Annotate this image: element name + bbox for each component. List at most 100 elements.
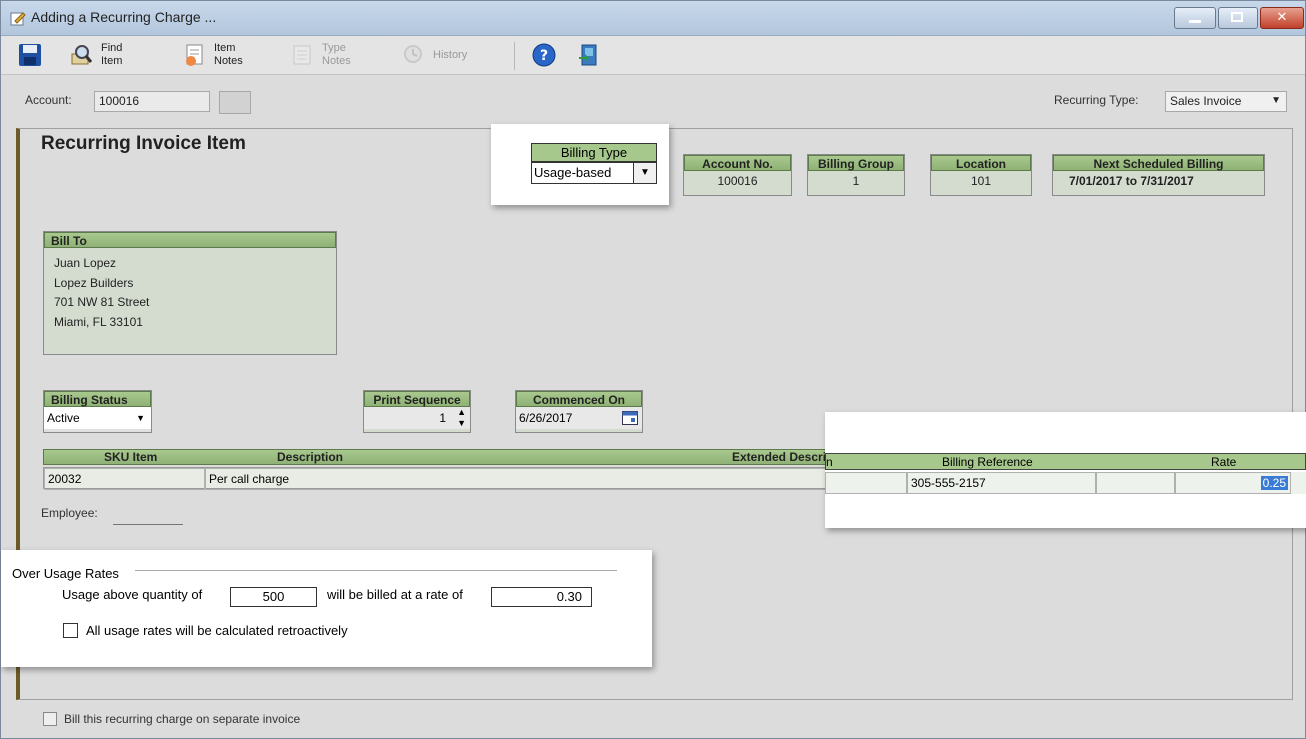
description-column-header: Description (277, 450, 344, 464)
save-button[interactable] (17, 39, 43, 71)
item-notes-label: Item Notes (214, 42, 243, 67)
sku-cell[interactable]: 20032 (44, 468, 205, 490)
bill-to-line: 701 NW 81 Street (54, 295, 150, 309)
table-row[interactable]: 20032 Per call charge (43, 467, 833, 490)
chevron-down-icon: ▼ (136, 413, 145, 423)
over-usage-title: Over Usage Rates (12, 566, 119, 581)
next-billing-value: 7/01/2017 to 7/31/2017 (1069, 174, 1194, 188)
commenced-on-value: 6/26/2017 (519, 411, 573, 425)
close-icon: ✕ (1276, 9, 1288, 24)
over-usage-rate-input[interactable]: 0.30 (491, 587, 592, 607)
find-item-button[interactable]: Find Item (69, 39, 122, 71)
rate-value[interactable]: 0.25 (1260, 476, 1288, 490)
billing-reference-callout: n Billing Reference Rate 305-555-2157 0.… (825, 412, 1306, 528)
recurring-type-label: Recurring Type: (1054, 93, 1139, 107)
account-no-label: Account No. (684, 155, 791, 171)
exit-button[interactable] (576, 39, 602, 71)
maximize-icon (1231, 12, 1243, 22)
maximize-button[interactable] (1218, 7, 1258, 29)
billing-type-value: Usage-based (534, 165, 612, 180)
quantity-input[interactable]: 500 (230, 587, 317, 607)
separate-invoice-label: Bill this recurring charge on separate i… (64, 712, 301, 726)
billing-status-value: Active (47, 411, 80, 425)
chevron-down-icon[interactable]: ▼ (633, 163, 656, 183)
bill-to-line: Miami, FL 33101 (54, 314, 143, 329)
rate-column-header: Rate (1211, 455, 1237, 469)
description-cell[interactable]: Per call charge (205, 468, 832, 490)
billing-type-callout: Billing Type Usage-based ▼ (491, 124, 669, 205)
empty-cell[interactable] (1096, 472, 1175, 494)
bill-to-box: Bill To Juan Lopez Lopez Builders 701 NW… (43, 231, 337, 355)
billing-group-label: Billing Group (808, 155, 904, 171)
account-lookup-button[interactable] (219, 91, 251, 114)
print-sequence-value: 1 (439, 411, 446, 425)
billing-type-select[interactable]: Usage-based ▼ (531, 162, 657, 184)
type-notes-button[interactable]: Type Notes (290, 39, 351, 71)
location-box: Location 101 (930, 154, 1032, 196)
recurring-type-select[interactable]: Sales Invoice ▼ (1165, 91, 1287, 112)
history-icon (404, 45, 422, 63)
account-no-value: 100016 (717, 174, 758, 188)
spinner-arrows-icon[interactable]: ▲ ▼ (457, 407, 466, 429)
toolbar-separator (514, 42, 515, 70)
minimize-button[interactable] (1174, 7, 1216, 29)
chevron-down-icon: ▼ (1271, 95, 1281, 106)
find-item-label: Find Item (101, 42, 123, 67)
toolbar: Find Item Item Notes Type Notes History … (1, 36, 1305, 75)
billing-status-box: Billing Status Active ▼ (43, 390, 152, 433)
calendar-icon[interactable] (622, 410, 638, 425)
help-button[interactable]: ? (531, 39, 557, 71)
history-button[interactable]: History (401, 39, 467, 71)
billing-group-value: 1 (852, 174, 860, 188)
separate-invoice-checkbox[interactable] (43, 712, 57, 726)
item-notes-button[interactable]: Item Notes (182, 39, 243, 71)
billing-type-label: Billing Type (531, 143, 657, 162)
over-usage-rates-callout: Over Usage Rates Usage above quantity of… (1, 550, 652, 667)
close-button[interactable]: ✕ (1260, 7, 1304, 29)
bill-to-line: Lopez Builders (54, 275, 134, 290)
location-label: Location (931, 155, 1031, 171)
print-sequence-label: Print Sequence (364, 391, 470, 407)
svg-text:?: ? (540, 48, 548, 64)
window-title: Adding a Recurring Charge ... (31, 9, 217, 25)
employee-field[interactable] (113, 524, 183, 525)
title-bar: Adding a Recurring Charge ... ✕ (1, 1, 1305, 36)
group-divider (135, 570, 617, 571)
billing-reference-column-header: Billing Reference (942, 455, 1033, 469)
print-sequence-spinner[interactable]: 1 ▲ ▼ (364, 407, 470, 429)
app-window: Adding a Recurring Charge ... ✕ Find Ite… (0, 0, 1306, 739)
location-value: 101 (970, 174, 992, 188)
billing-group-box: Billing Group 1 (807, 154, 905, 196)
next-billing-label: Next Scheduled Billing (1053, 155, 1264, 171)
notes-icon (186, 44, 203, 66)
minimize-icon (1189, 20, 1201, 23)
billing-status-label: Billing Status (44, 391, 151, 407)
bill-to-line: Juan Lopez (54, 256, 117, 270)
account-input[interactable]: 100016 (94, 91, 210, 112)
billing-reference-cell[interactable]: 305-555-2157 (907, 472, 1096, 494)
commenced-on-input[interactable]: 6/26/2017 (516, 407, 642, 429)
partial-cell[interactable] (825, 472, 907, 494)
table-row[interactable]: 305-555-2157 0.25 (825, 472, 1306, 494)
billing-status-select[interactable]: Active ▼ (44, 407, 151, 429)
usage-above-label: Usage above quantity of (62, 587, 203, 602)
commenced-on-label: Commenced On (516, 391, 642, 407)
retroactive-label: All usage rates will be calculated retro… (86, 623, 348, 638)
sku-column-header: SKU Item (104, 450, 158, 464)
history-label: History (433, 48, 468, 61)
rate-cell[interactable]: 0.25 (1175, 472, 1291, 494)
partial-column-header: n (826, 455, 833, 469)
type-notes-icon (293, 45, 311, 65)
print-sequence-box: Print Sequence 1 ▲ ▼ (363, 390, 471, 433)
commenced-on-box: Commenced On 6/26/2017 (515, 390, 643, 433)
account-no-box: Account No. 100016 (683, 154, 792, 196)
retroactive-checkbox[interactable] (63, 623, 78, 638)
next-billing-box: Next Scheduled Billing 7/01/2017 to 7/31… (1052, 154, 1265, 196)
employee-label: Employee: (41, 506, 98, 520)
billing-reference-grid-header: n Billing Reference Rate (825, 453, 1306, 470)
save-disk-icon (19, 44, 41, 66)
recurring-type-value: Sales Invoice (1170, 94, 1242, 108)
help-question-icon: ? (532, 43, 556, 67)
billed-at-rate-label: will be billed at a rate of (327, 587, 463, 602)
account-label: Account: (25, 93, 72, 107)
